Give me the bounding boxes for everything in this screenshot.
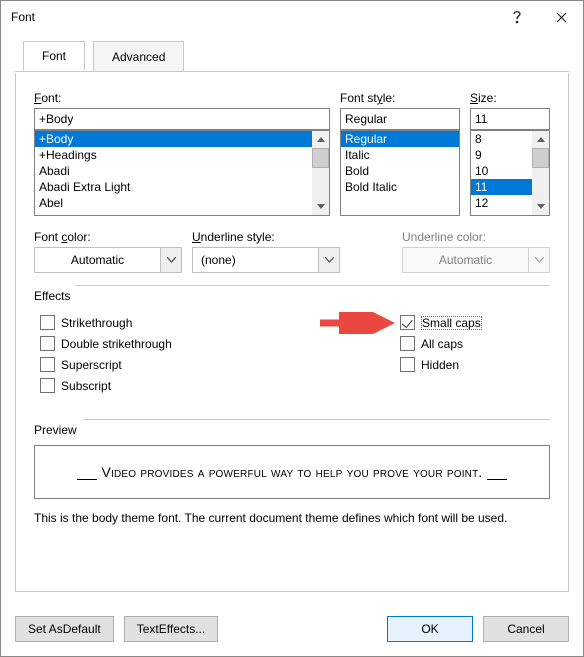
font-input[interactable]: +Body <box>34 108 330 130</box>
list-item[interactable]: Abadi <box>35 163 312 179</box>
list-item[interactable]: +Headings <box>35 147 312 163</box>
size-label: Size: <box>470 91 550 105</box>
font-style-input[interactable]: Regular <box>340 108 460 130</box>
window-title: Font <box>11 10 35 24</box>
scroll-down-icon[interactable] <box>532 198 549 215</box>
tab-font[interactable]: Font <box>23 41 85 71</box>
tab-advanced[interactable]: Advanced <box>93 41 184 71</box>
double-strikethrough-checkbox[interactable]: Double strikethrough <box>40 336 172 351</box>
size-input[interactable]: 11 <box>470 108 550 130</box>
list-item[interactable]: 11 <box>471 179 532 195</box>
list-item[interactable]: Abel <box>35 195 312 211</box>
font-color-combo[interactable]: Automatic <box>34 247 182 273</box>
chevron-down-icon[interactable] <box>318 247 340 273</box>
scroll-down-icon[interactable] <box>312 198 329 215</box>
list-item[interactable]: 10 <box>471 163 532 179</box>
text-effects-button[interactable]: Text Effects... <box>124 616 219 642</box>
list-item[interactable]: Regular <box>341 131 459 147</box>
chevron-down-icon <box>528 247 550 273</box>
list-item[interactable]: Abadi Extra Light <box>35 179 312 195</box>
list-item[interactable]: 9 <box>471 147 532 163</box>
list-item[interactable]: +Body <box>35 131 312 147</box>
font-list[interactable]: +Body +Headings Abadi Abadi Extra Light … <box>34 130 330 216</box>
small-caps-checkbox[interactable]: Small caps <box>400 315 550 330</box>
cancel-button[interactable]: Cancel <box>483 616 569 642</box>
scroll-thumb[interactable] <box>312 148 329 168</box>
ok-button[interactable]: OK <box>387 616 473 642</box>
titlebar: Font <box>1 1 583 33</box>
tab-strip: Font Advanced <box>15 41 569 73</box>
font-label: Font: <box>34 91 330 105</box>
set-as-default-button[interactable]: Set As Default <box>15 616 114 642</box>
underline-color-label: Underline color: <box>402 230 550 244</box>
list-item[interactable]: Bold Italic <box>341 179 459 195</box>
list-item[interactable]: Bold <box>341 163 459 179</box>
font-color-label: Font color: <box>34 230 182 244</box>
annotation-arrow-icon <box>318 312 398 334</box>
size-list[interactable]: 8 9 10 11 12 <box>470 130 550 216</box>
superscript-checkbox[interactable]: Superscript <box>40 357 172 372</box>
list-item[interactable]: 8 <box>471 131 532 147</box>
preview-description: This is the body theme font. The current… <box>34 511 550 525</box>
preview-label: Preview <box>34 423 77 437</box>
scrollbar[interactable] <box>312 131 329 215</box>
help-button[interactable] <box>495 2 539 32</box>
list-item[interactable]: Italic <box>341 147 459 163</box>
chevron-down-icon[interactable] <box>160 247 182 273</box>
preview-text: Video provides a powerful way to help yo… <box>101 464 482 480</box>
scrollbar[interactable] <box>532 131 549 215</box>
dialog-footer: Set As Default Text Effects... OK Cancel <box>1 606 583 656</box>
scroll-up-icon[interactable] <box>312 131 329 148</box>
scroll-up-icon[interactable] <box>532 131 549 148</box>
underline-color-combo: Automatic <box>402 247 550 273</box>
strikethrough-checkbox[interactable]: Strikethrough <box>40 315 172 330</box>
close-button[interactable] <box>539 2 583 32</box>
hidden-checkbox[interactable]: Hidden <box>400 357 550 372</box>
preview-box: Video provides a powerful way to help yo… <box>34 445 550 499</box>
scroll-thumb[interactable] <box>532 148 549 168</box>
underline-style-label: Underline style: <box>192 230 340 244</box>
effects-label: Effects <box>34 289 70 303</box>
list-item[interactable]: 12 <box>471 195 532 211</box>
font-dialog: Font Font Advanced Font: +Body +Body <box>0 0 584 657</box>
subscript-checkbox[interactable]: Subscript <box>40 378 172 393</box>
all-caps-checkbox[interactable]: All caps <box>400 336 550 351</box>
underline-style-combo[interactable]: (none) <box>192 247 340 273</box>
font-style-label: Font style: <box>340 91 460 105</box>
font-style-list[interactable]: Regular Italic Bold Bold Italic <box>340 130 460 216</box>
